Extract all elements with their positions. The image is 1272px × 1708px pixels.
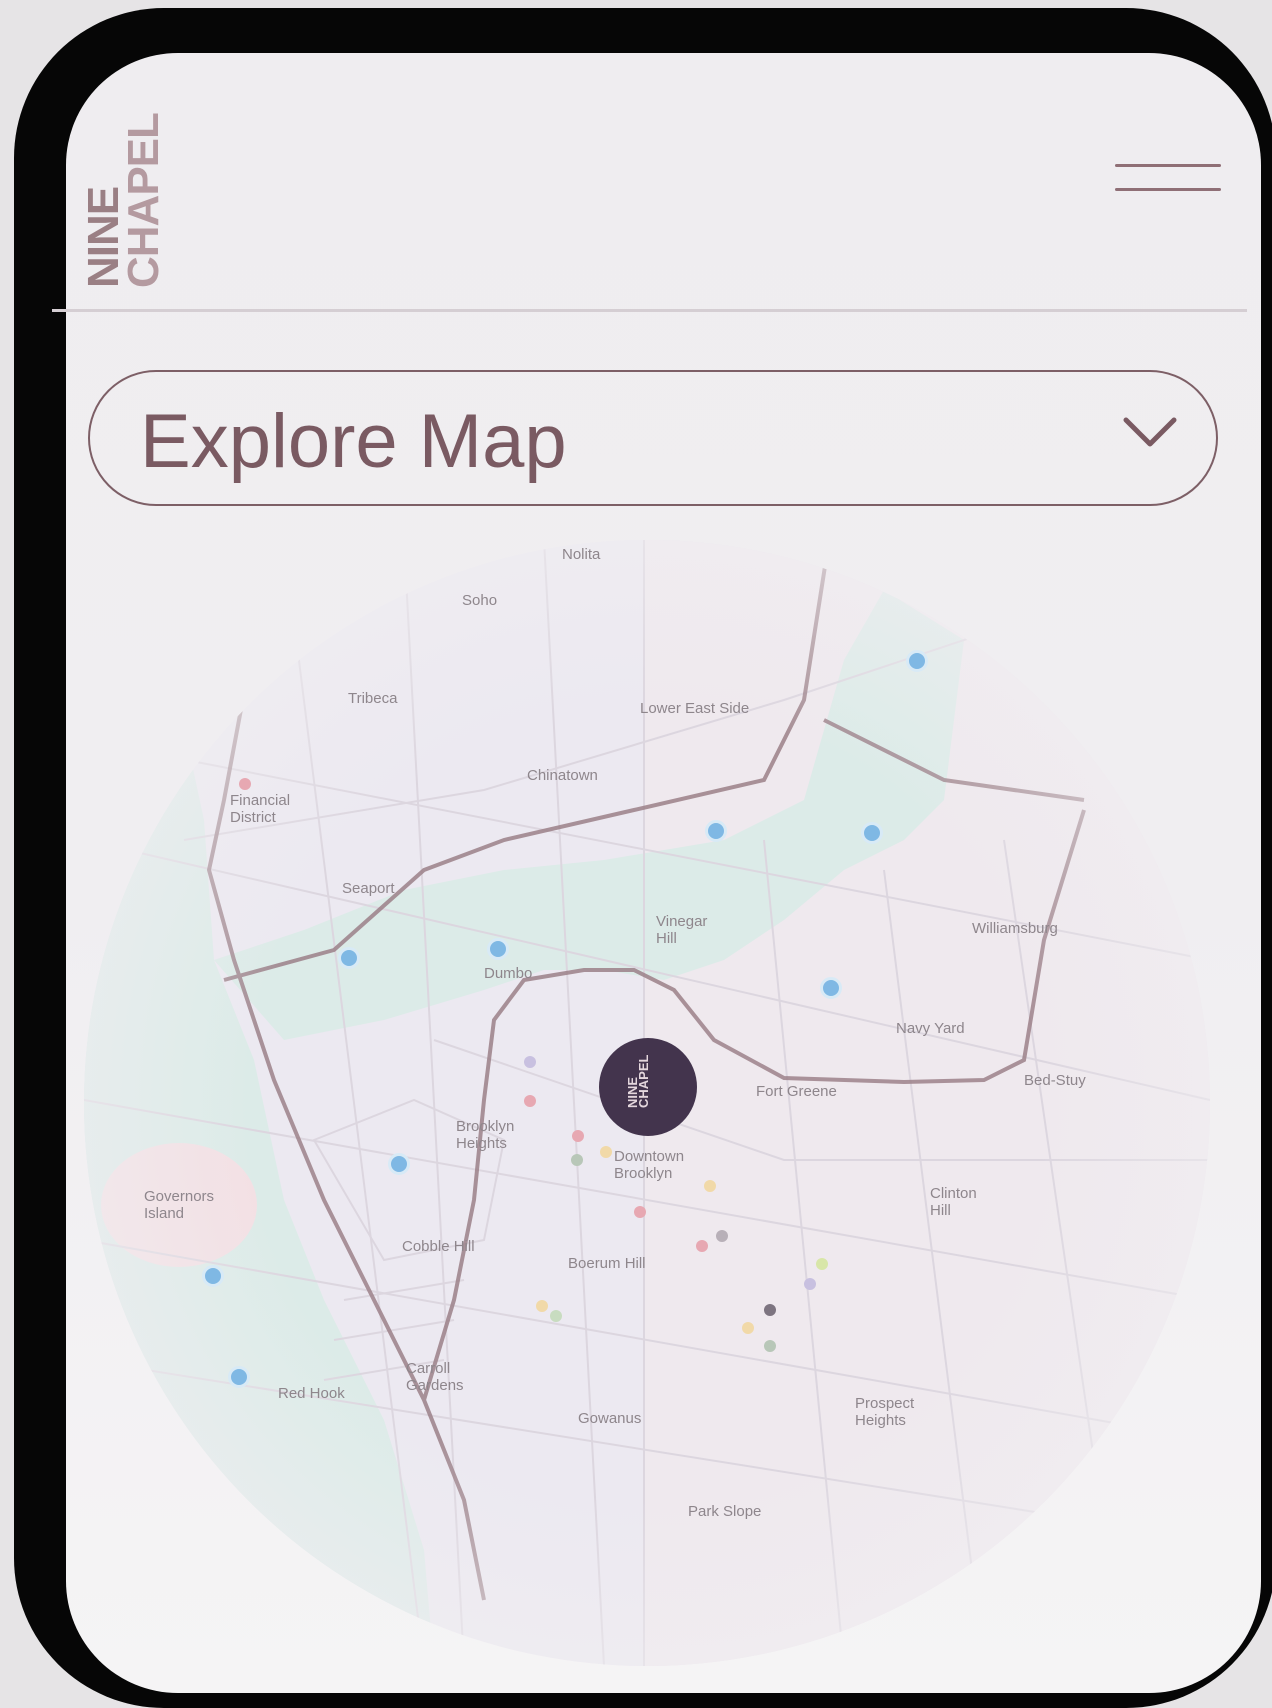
place-dot[interactable] — [764, 1340, 776, 1352]
brand-logo-line2: CHAPEL — [119, 113, 168, 288]
hamburger-menu-icon[interactable] — [1115, 160, 1221, 200]
place-dot[interactable] — [716, 1230, 728, 1242]
neighborhood-label: Seaport — [342, 880, 395, 897]
explore-map-dropdown[interactable]: Explore Map — [88, 370, 1218, 506]
neighborhood-label: Vinegar Hill — [656, 913, 708, 947]
neighborhood-label: Governors Island — [144, 1188, 215, 1222]
nine-chapel-location-pin[interactable]: NINE CHAPEL — [599, 1038, 697, 1136]
neighborhood-label: Boerum Hill — [568, 1255, 646, 1272]
poi-marker[interactable] — [228, 1366, 250, 1388]
neighborhood-label: Prospect Heights — [855, 1395, 915, 1429]
neighborhood-label: Nolita — [562, 546, 601, 563]
dropdown-label: Explore Map — [140, 399, 567, 484]
place-dot[interactable] — [571, 1154, 583, 1166]
neighborhood-label: Navy Yard — [896, 1020, 965, 1037]
neighborhood-label: Dumbo — [484, 965, 533, 982]
place-dot[interactable] — [816, 1258, 828, 1270]
place-dot[interactable] — [600, 1146, 612, 1158]
poi-marker[interactable] — [861, 822, 883, 844]
neighborhood-label: Cobble Hill — [402, 1238, 475, 1255]
neighborhood-label: Bed-Stuy — [1024, 1072, 1086, 1089]
neighborhood-label: Clinton Hill — [930, 1185, 977, 1219]
neighborhood-map[interactable]: Nolita Soho Tribeca Lower East Side Chin… — [84, 540, 1210, 1666]
neighborhood-label: Lower East Side — [640, 700, 750, 717]
pin-logo-line2: CHAPEL — [636, 1054, 651, 1108]
poi-marker[interactable] — [705, 820, 727, 842]
brand-logo-line1: NINE — [79, 186, 128, 288]
neighborhood-label: Tribeca — [348, 690, 398, 707]
poi-marker[interactable] — [906, 650, 928, 672]
place-dot[interactable] — [239, 778, 251, 790]
place-dot[interactable] — [696, 1240, 708, 1252]
place-dot[interactable] — [764, 1304, 776, 1316]
neighborhood-label: Soho — [462, 592, 498, 609]
poi-marker[interactable] — [820, 977, 842, 999]
chevron-down-icon — [1123, 417, 1177, 447]
poi-marker[interactable] — [338, 947, 360, 969]
header-divider — [52, 309, 1247, 312]
neighborhood-label: Gowanus — [578, 1410, 642, 1427]
place-dot[interactable] — [742, 1322, 754, 1334]
neighborhood-label: Fort Greene — [756, 1083, 837, 1100]
place-dot[interactable] — [536, 1300, 548, 1312]
neighborhood-label: Financial District — [230, 792, 291, 826]
neighborhood-label: Brooklyn Heights — [456, 1118, 515, 1152]
neighborhood-label: Chinatown — [527, 767, 598, 784]
poi-marker[interactable] — [388, 1153, 410, 1175]
neighborhood-label: Williamsburg — [972, 920, 1058, 937]
place-dot[interactable] — [572, 1130, 584, 1142]
neighborhood-label: Downtown Brooklyn — [614, 1148, 685, 1182]
poi-marker[interactable] — [487, 938, 509, 960]
place-dot[interactable] — [524, 1056, 536, 1068]
neighborhood-label: Carroll Gardens — [406, 1360, 464, 1394]
place-dot[interactable] — [804, 1278, 816, 1290]
place-dot[interactable] — [524, 1095, 536, 1107]
neighborhood-label: Park Slope — [688, 1503, 762, 1520]
place-dot[interactable] — [704, 1180, 716, 1192]
place-dot[interactable] — [634, 1206, 646, 1218]
brand-logo[interactable]: NINE CHAPEL — [79, 78, 174, 288]
neighborhood-label: Red Hook — [278, 1385, 345, 1402]
place-dot[interactable] — [550, 1310, 562, 1322]
poi-marker[interactable] — [202, 1265, 224, 1287]
